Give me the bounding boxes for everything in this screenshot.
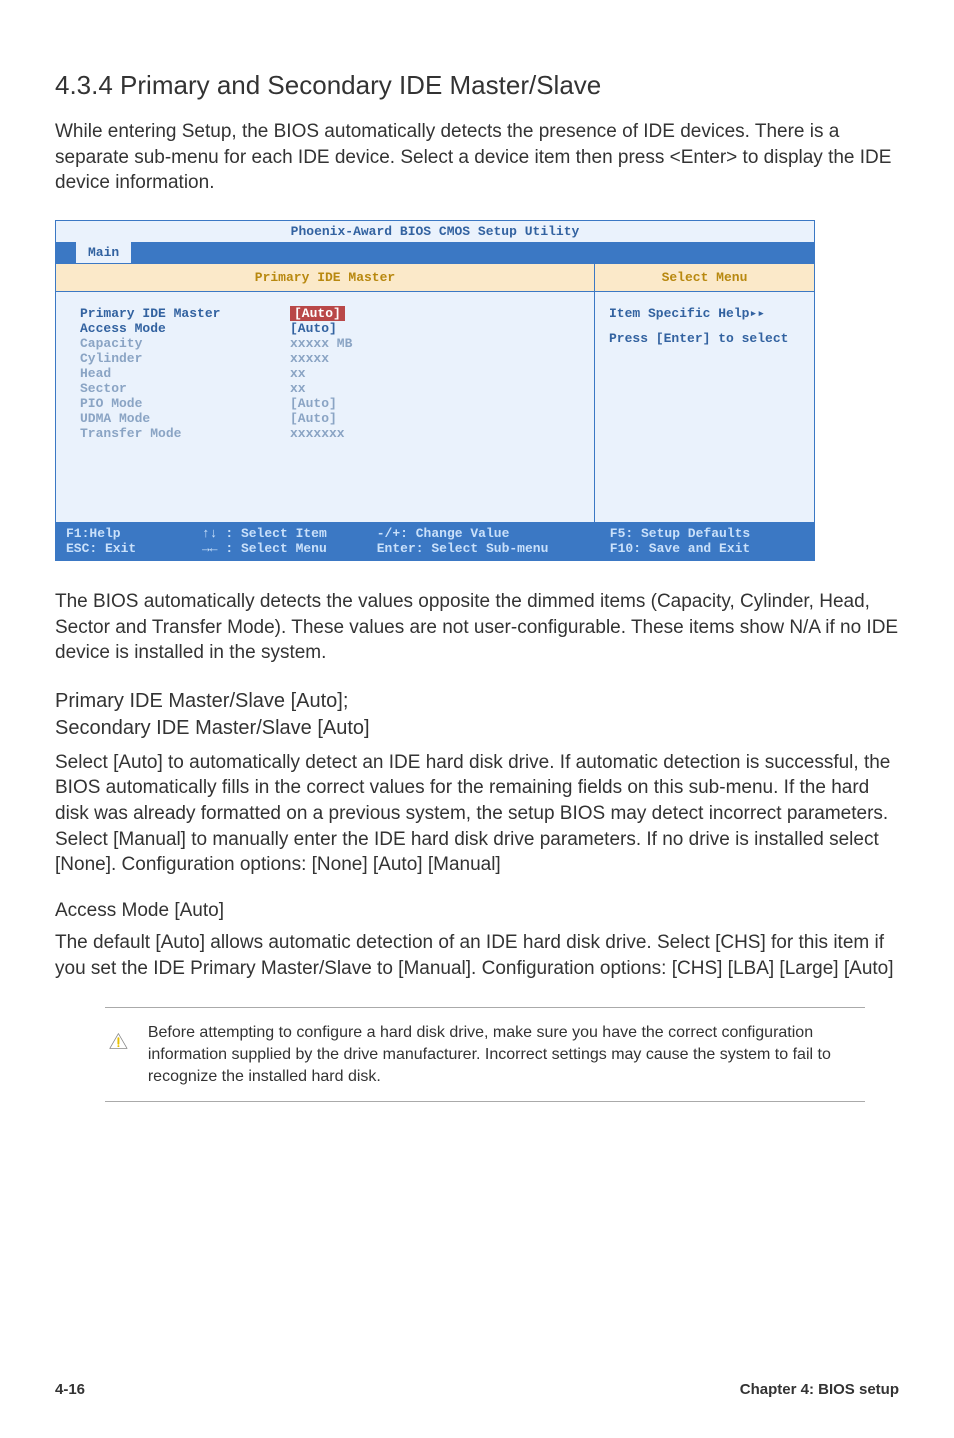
bios-row: PIO Mode[Auto] <box>80 396 570 411</box>
bios-key-select-menu: →← : Select Menu <box>202 541 377 556</box>
bios-row: UDMA Mode[Auto] <box>80 411 570 426</box>
bios-row: Capacityxxxxx MB <box>80 336 570 351</box>
page-chapter: Chapter 4: BIOS setup <box>740 1381 899 1398</box>
bios-key-save: F10: Save and Exit <box>610 541 804 556</box>
bios-row: Head xx <box>80 366 570 381</box>
bios-screenshot: Phoenix-Award BIOS CMOS Setup Utility Ma… <box>55 220 815 561</box>
bios-row-label: Capacity <box>80 336 290 351</box>
bios-row-label: Access Mode <box>80 321 290 336</box>
bios-help-panel: Item Specific Help Press [Enter] to sele… <box>594 292 814 522</box>
section-access-mode-text: The default [Auto] allows automatic dete… <box>55 930 899 981</box>
bios-row-label: UDMA Mode <box>80 411 290 426</box>
bios-panel-title: Primary IDE Master <box>56 264 594 291</box>
bios-key-change-value: -/+: Change Value <box>377 526 610 541</box>
bios-key-select-item: ↑↓ : Select Item <box>202 526 377 541</box>
bios-settings-list: Primary IDE Master[Auto]Access Mode[Auto… <box>56 292 594 522</box>
section-access-mode-heading: Access Mode [Auto] <box>55 900 899 922</box>
bios-key-submenu: Enter: Select Sub-menu <box>377 541 610 556</box>
bios-row-label: Cylinder <box>80 351 290 366</box>
note-box: Before attempting to configure a hard di… <box>105 1007 865 1102</box>
section-primary-ide-heading: Primary IDE Master/Slave [Auto];Secondar… <box>55 688 899 742</box>
bios-row-value: xx <box>290 381 306 396</box>
warning-icon <box>109 1022 128 1060</box>
bios-row: Access Mode[Auto] <box>80 321 570 336</box>
bios-select-menu: Select Menu <box>594 264 814 291</box>
bios-row: Transfer Modexxxxxxx <box>80 426 570 441</box>
bios-row-label: Head <box>80 366 290 381</box>
bios-row: Sector xx <box>80 381 570 396</box>
bios-title: Phoenix-Award BIOS CMOS Setup Utility <box>56 221 814 242</box>
page-number: 4-16 <box>55 1381 85 1398</box>
note-text: Before attempting to configure a hard di… <box>148 1022 861 1087</box>
bios-row-label: Transfer Mode <box>80 426 290 441</box>
bios-row-value: xxxxx <box>290 351 329 366</box>
bios-row-value: [Auto] <box>290 321 337 336</box>
section-primary-ide-text: Select [Auto] to automatically detect an… <box>55 750 899 878</box>
bios-row-value: xxxxx MB <box>290 336 352 351</box>
bios-key-defaults: F5: Setup Defaults <box>610 526 804 541</box>
bios-row-value: [Auto] <box>290 306 345 321</box>
bios-row-value: xx <box>290 366 306 381</box>
section-heading: 4.3.4 Primary and Secondary IDE Master/S… <box>55 70 899 101</box>
bios-help-title: Item Specific Help <box>609 306 800 321</box>
bios-row: Primary IDE Master[Auto] <box>80 306 570 321</box>
bios-footer: F1:Help ESC: Exit ↑↓ : Select Item →← : … <box>56 522 814 560</box>
bios-tab-main: Main <box>76 242 131 263</box>
bios-row: Cylinderxxxxx <box>80 351 570 366</box>
bios-help-text: Press [Enter] to select <box>609 331 800 346</box>
paragraph-after-bios: The BIOS automatically detects the value… <box>55 589 899 666</box>
bios-row-value: [Auto] <box>290 396 337 411</box>
bios-row-label: PIO Mode <box>80 396 290 411</box>
bios-key-exit: ESC: Exit <box>66 541 202 556</box>
bios-row-label: Primary IDE Master <box>80 306 290 321</box>
bios-row-value: [Auto] <box>290 411 337 426</box>
bios-tab-row: Main <box>56 242 814 263</box>
bios-row-value: xxxxxxx <box>290 426 345 441</box>
bios-key-help: F1:Help <box>66 526 202 541</box>
intro-paragraph: While entering Setup, the BIOS automatic… <box>55 119 899 196</box>
bios-row-label: Sector <box>80 381 290 396</box>
